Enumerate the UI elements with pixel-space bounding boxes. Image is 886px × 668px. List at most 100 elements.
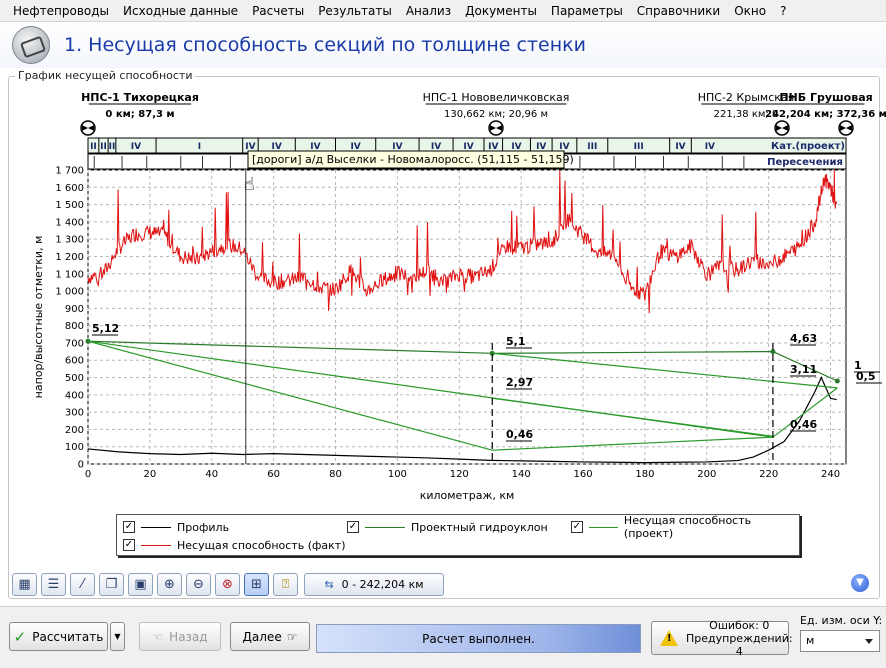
y-tick-label: 300 xyxy=(65,408,84,419)
chart-legend: ✓ Профиль ✓ Проектный гидроуклон ✓ Несущ… xyxy=(116,514,800,556)
station-info: 0 км; 87,3 м xyxy=(105,109,174,120)
x-tick-label: 120 xyxy=(450,469,469,480)
bottom-panel: ✓ Рассчитать ▼ ☜ Назад Далее ☞ Расчет вы… xyxy=(0,606,886,668)
y-tick-label: 200 xyxy=(65,425,84,436)
tooltip-text: [дороги] а/д Выселки - Новомалоросс. (51… xyxy=(252,153,574,166)
category-label: IV xyxy=(675,142,685,152)
legend-item-hydro[interactable]: ✓ Проектный гидроуклон xyxy=(347,519,548,535)
legend-item-profile[interactable]: ✓ Профиль xyxy=(123,519,229,535)
unit-label: Ед. изм. оси Y: xyxy=(800,614,883,627)
station-marker-icon xyxy=(838,120,854,136)
x-axis-label: километраж, км xyxy=(420,489,515,502)
station-marker-icon xyxy=(488,120,504,136)
annotation-label: 0,46 xyxy=(790,418,817,431)
copy-icon[interactable]: ❐ xyxy=(99,572,124,596)
next-button[interactable]: Далее ☞ xyxy=(230,622,310,651)
category-label: II xyxy=(109,142,116,152)
zoom-out-icon[interactable]: ⊖ xyxy=(186,572,211,596)
chart-toolbar: ▦ ☰ ⁄ ❐ ▣ ⊕ ⊖ ⊗ ⊞ ⍰ ⇆ 0 - 242,204 км xyxy=(12,572,444,596)
category-label: IV xyxy=(131,142,141,152)
status-bar: Расчет выполнен. xyxy=(316,624,641,653)
legend-label: Профиль xyxy=(177,520,230,534)
y-tick-label: 500 xyxy=(65,373,84,384)
back-button[interactable]: ☜ Назад xyxy=(139,622,221,651)
plot-area xyxy=(87,169,847,465)
x-tick-label: 220 xyxy=(759,469,778,480)
warnings-button[interactable]: Ошибок: 0 Предупреждений: 4 xyxy=(651,619,793,658)
y-tick-label: 1 400 xyxy=(55,217,84,228)
station-name: НПС-1 Нововеличковская xyxy=(423,91,570,104)
category-label: II xyxy=(100,142,107,152)
series-hydro-point xyxy=(834,378,840,384)
legend-line-icon xyxy=(141,544,171,546)
unit-select[interactable]: м xyxy=(800,630,880,652)
chart-settings-icon[interactable]: ▦ xyxy=(12,572,37,596)
annotation-label: 2,97 xyxy=(506,376,533,389)
category-label: IV xyxy=(705,142,715,152)
station-name: ПНБ Грушовая xyxy=(779,91,872,104)
y-axis-label: напор/высотные отметки, м xyxy=(32,236,45,399)
legend-line-icon xyxy=(588,526,618,528)
zoom-in-icon[interactable]: ⊕ xyxy=(157,572,182,596)
y-tick-label: 800 xyxy=(65,321,84,332)
next-icon: ☞ xyxy=(286,629,298,644)
category-label: I xyxy=(198,142,201,152)
y-tick-label: 0 xyxy=(78,460,84,471)
legend-checkbox[interactable]: ✓ xyxy=(123,539,135,551)
check-icon: ✓ xyxy=(13,627,27,646)
x-tick-label: 60 xyxy=(267,469,280,480)
back-label: Назад xyxy=(169,629,208,644)
legend-line-icon xyxy=(365,526,405,528)
expand-icon[interactable]: ▼ xyxy=(851,574,869,592)
y-tick-label: 1 000 xyxy=(55,287,84,298)
annotation-label: 0,46 xyxy=(506,428,533,441)
legend-checkbox[interactable]: ✓ xyxy=(123,521,135,533)
x-tick-label: 160 xyxy=(573,469,592,480)
y-tick-label: 1 700 xyxy=(55,166,84,177)
zoom-reset-icon[interactable]: ⊗ xyxy=(215,572,240,596)
x-tick-label: 100 xyxy=(388,469,407,480)
annotation-label: 0,5 xyxy=(856,370,876,383)
zoom-region-icon[interactable]: ⊞ xyxy=(244,572,269,596)
legend-line-icon xyxy=(141,526,171,528)
y-tick-label: 1 200 xyxy=(55,252,84,263)
x-tick-label: 200 xyxy=(697,469,716,480)
status-text: Расчет выполнен. xyxy=(422,631,535,646)
y-tick-label: 700 xyxy=(65,338,84,349)
list-icon[interactable]: ☰ xyxy=(41,572,66,596)
annotation-label: 4,63 xyxy=(790,332,817,345)
legend-label: Несущая способность (проект) xyxy=(623,514,752,540)
legend-label: Проектный гидроуклон xyxy=(411,520,548,534)
y-tick-label: 1 300 xyxy=(55,235,84,246)
y-tick-label: 600 xyxy=(65,356,84,367)
legend-checkbox[interactable]: ✓ xyxy=(347,521,359,533)
calculate-label: Рассчитать xyxy=(32,629,104,644)
y-tick-label: 900 xyxy=(65,304,84,315)
mpa-icon[interactable]: ⁄ xyxy=(70,572,95,596)
category-label: III xyxy=(587,142,597,152)
save-icon[interactable]: ▣ xyxy=(128,572,153,596)
legend-checkbox[interactable]: ✓ xyxy=(571,521,583,533)
warning-icon xyxy=(660,630,678,646)
annotation-label: 3,11 xyxy=(790,363,817,376)
y-tick-label: 1 500 xyxy=(55,200,84,211)
chart[interactable]: 0 20 40 60 80 100 120 140 160 180 200 220 240 0 100 200… xyxy=(0,0,886,600)
calculate-button[interactable]: ✓ Рассчитать xyxy=(9,622,108,651)
calculate-dropdown[interactable]: ▼ xyxy=(110,622,125,651)
y-tick-label: 1 600 xyxy=(55,183,84,194)
hint-icon[interactable]: ⍰ xyxy=(273,572,298,596)
station-name: НПС-1 Тихорецкая xyxy=(81,91,199,104)
x-tick-label: 180 xyxy=(635,469,654,480)
x-tick-label: 80 xyxy=(329,469,342,480)
x-tick-label: 0 xyxy=(85,469,91,480)
legend-item-cap-fact[interactable]: ✓ Несущая способность (факт) xyxy=(123,537,345,553)
station-marker-icon xyxy=(774,120,790,136)
annotation-label: 5,12 xyxy=(92,322,119,335)
legend-item-cap-project[interactable]: ✓ Несущая способность (проект) xyxy=(571,514,799,540)
station-info: 242,204 км; 372,36 м xyxy=(765,109,886,120)
x-tick-label: 240 xyxy=(821,469,840,480)
y-tick-label: 100 xyxy=(65,442,84,453)
category-label: III xyxy=(634,142,644,152)
x-tick-label: 40 xyxy=(205,469,218,480)
range-button[interactable]: ⇆ 0 - 242,204 км xyxy=(304,572,444,596)
